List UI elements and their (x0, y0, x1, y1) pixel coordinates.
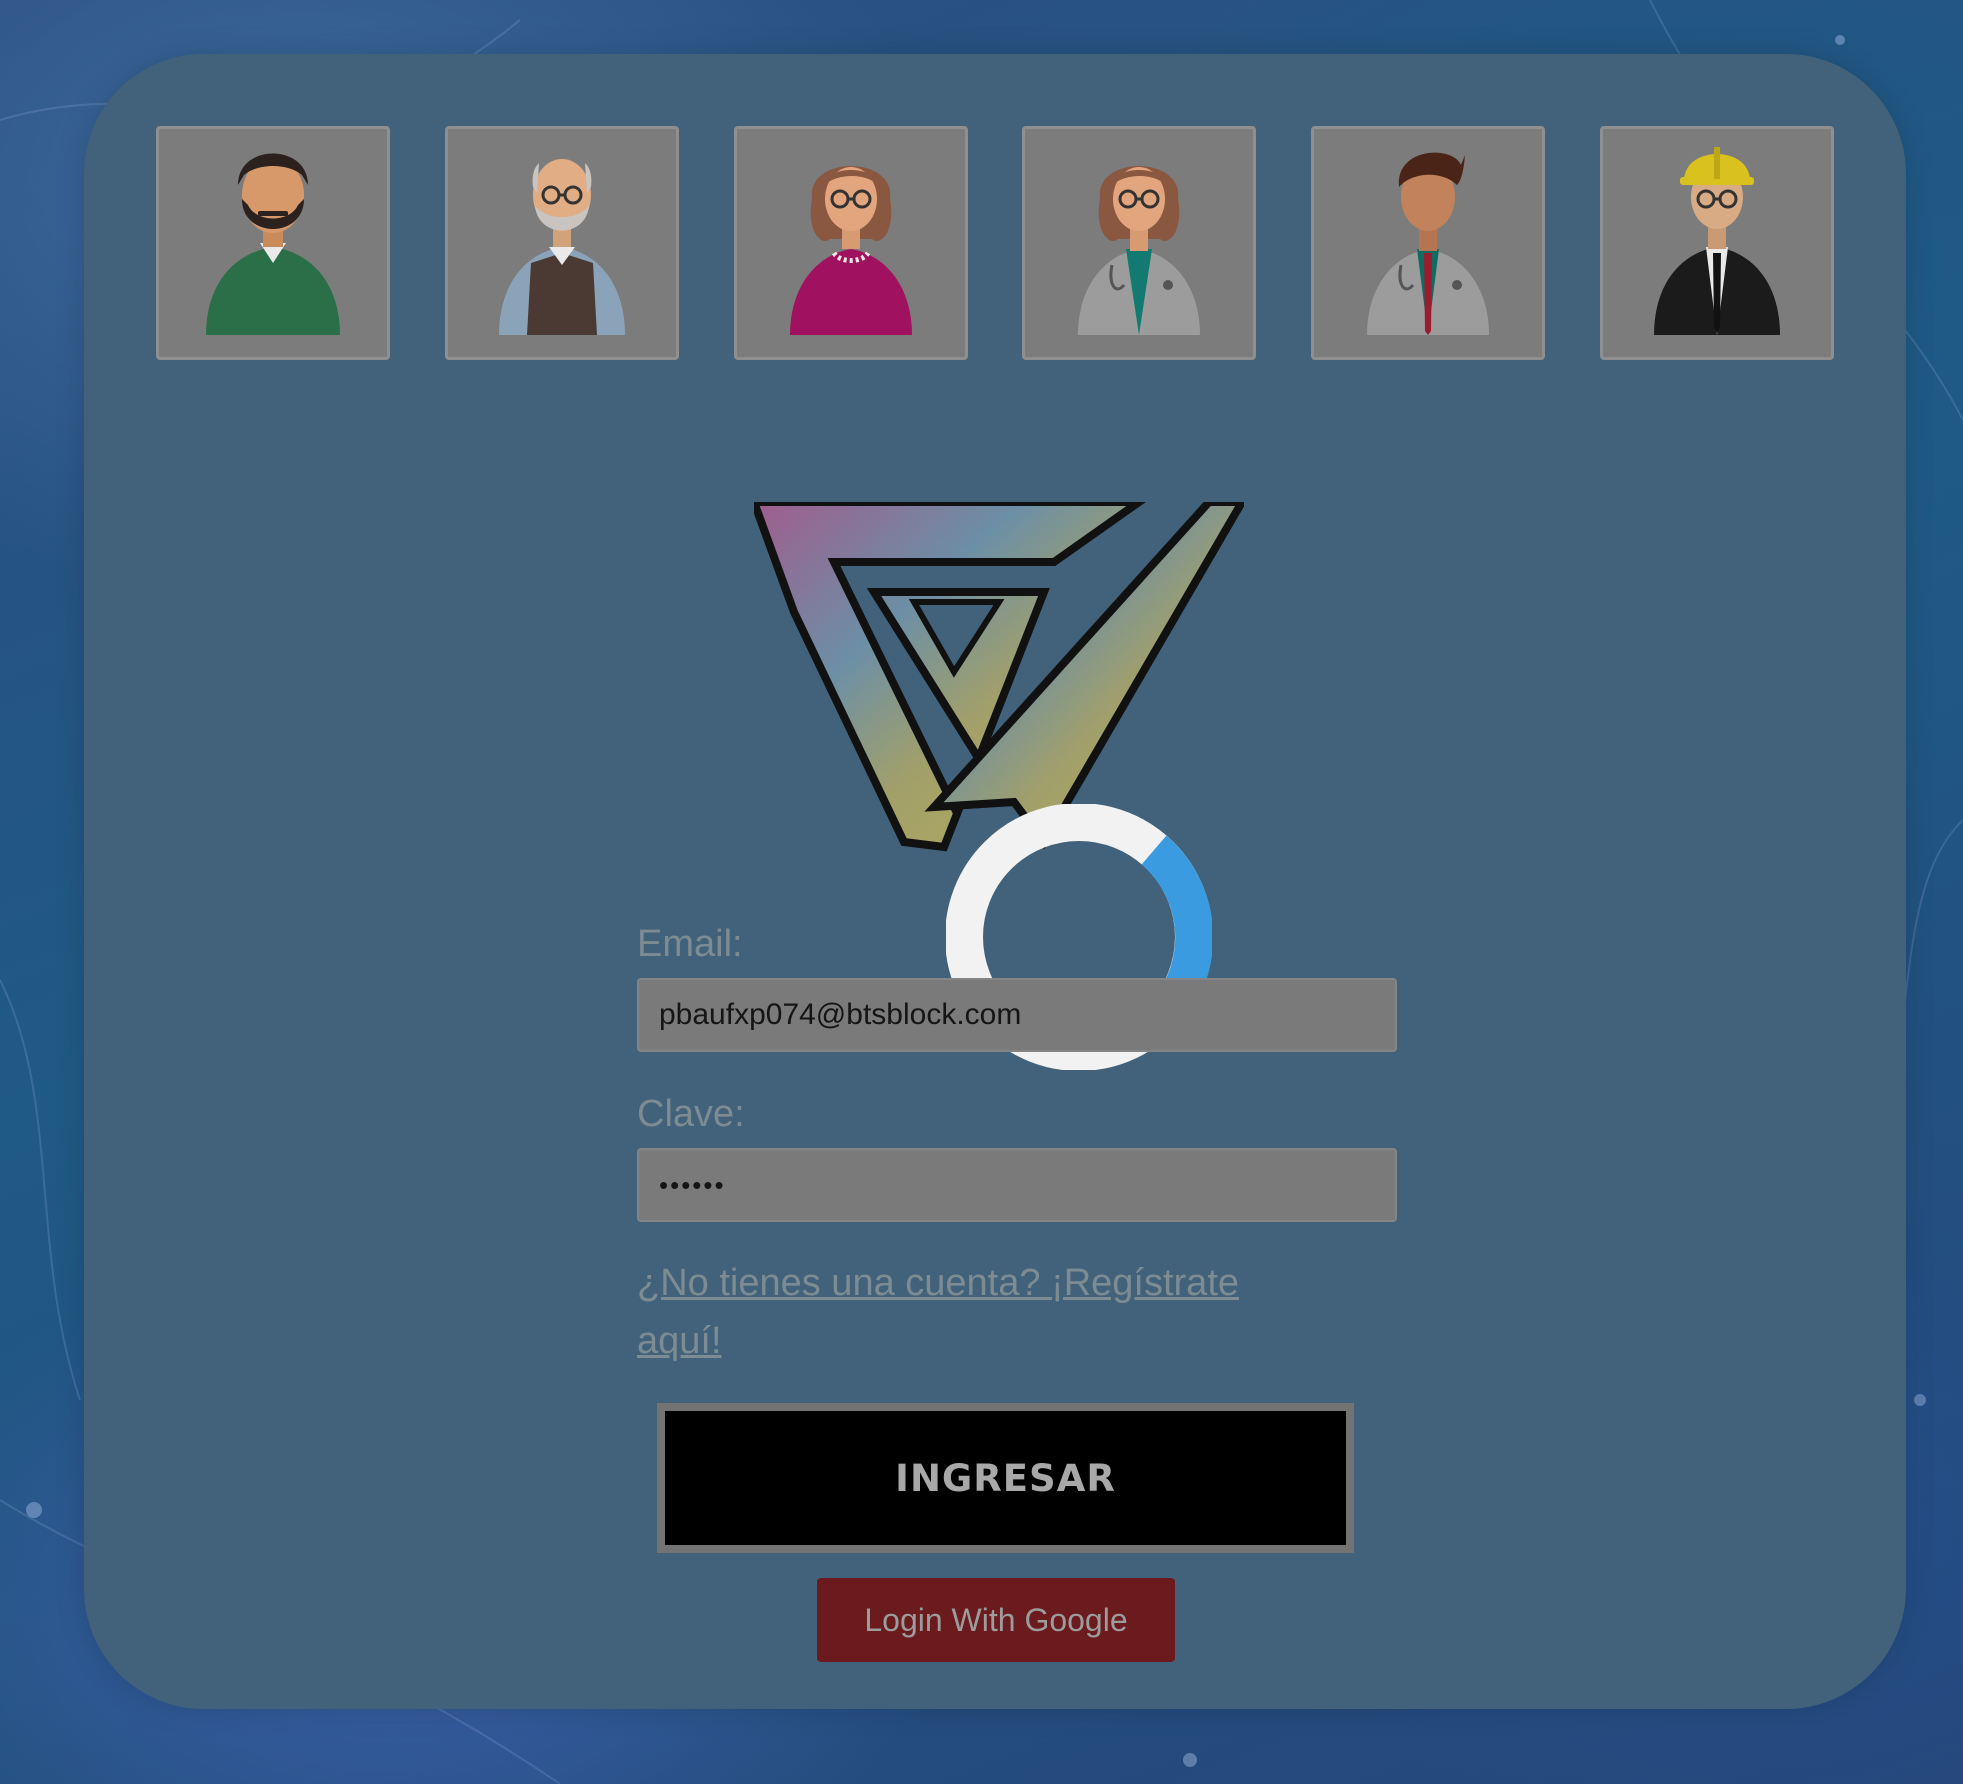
login-card: Email: pbaufxp074@btsblock.com Clave: ••… (84, 54, 1906, 1709)
woman-avatar-icon (789, 166, 912, 335)
bearded-man-avatar-icon (206, 153, 340, 335)
male-doctor-avatar-icon (1367, 152, 1490, 335)
avatar-option-engineer[interactable] (1599, 126, 1834, 360)
avatar-option-bearded-man[interactable] (156, 126, 390, 360)
avatar-option-female-doctor[interactable] (1022, 126, 1257, 360)
register-link[interactable]: ¿No tienes una cuenta? ¡Regístrate aquí! (637, 1254, 1297, 1370)
old-man-avatar-icon (498, 159, 625, 335)
login-with-google-button[interactable]: Login With Google (817, 1578, 1175, 1662)
avatar-option-old-man[interactable] (444, 126, 679, 360)
password-label: Clave: (637, 1093, 745, 1135)
ingresar-button[interactable]: INGRESAR (657, 1403, 1354, 1553)
avatar-option-woman[interactable] (733, 126, 968, 360)
password-field[interactable]: •••••• (637, 1148, 1397, 1222)
email-field[interactable]: pbaufxp074@btsblock.com (637, 978, 1397, 1052)
engineer-avatar-icon (1653, 147, 1780, 335)
avatar-option-male-doctor[interactable] (1311, 126, 1546, 360)
avatar-selector (156, 126, 1834, 360)
email-label: Email: (637, 923, 743, 965)
female-doctor-avatar-icon (1078, 166, 1201, 335)
login-form: Email: pbaufxp074@btsblock.com Clave: ••… (637, 920, 1397, 1370)
